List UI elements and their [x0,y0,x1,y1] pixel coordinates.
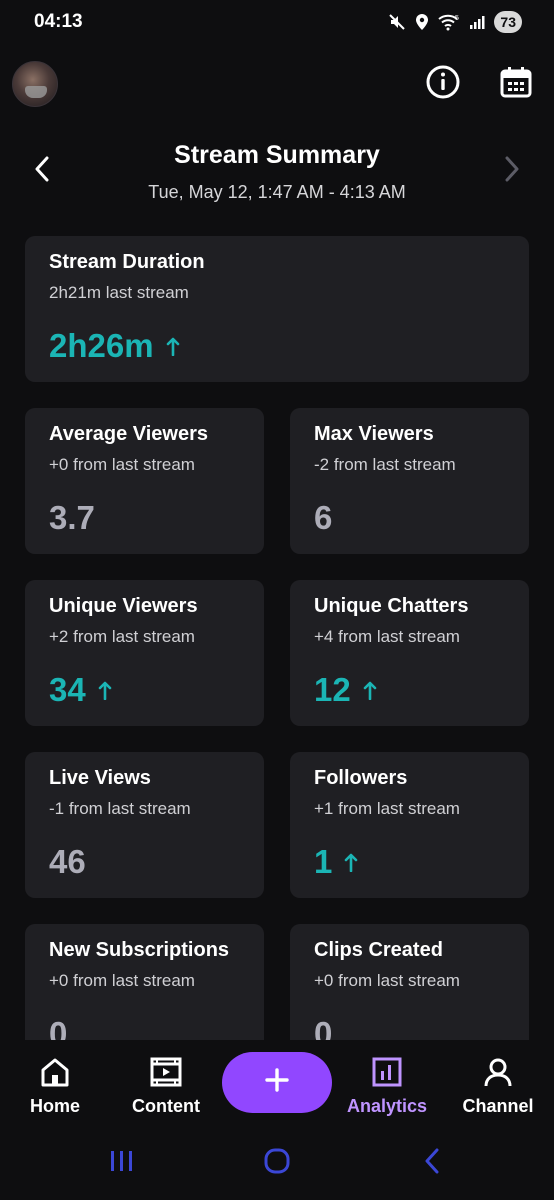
stat-card-followers: Followers +1 from last stream 1 [290,752,529,898]
card-value: 1 [314,843,358,881]
stat-card-live-views: Live Views -1 from last stream 46 [25,752,264,898]
card-value-text: 2h26m [49,327,154,364]
card-value: 46 [49,843,86,881]
card-subtitle: +2 from last stream [49,627,195,646]
card-value: 0 [49,1015,67,1040]
card-title: Live Views [49,767,151,789]
card-value-text: 6 [314,499,333,536]
battery-indicator: 73 [494,11,522,33]
card-title: Max Viewers [314,423,434,445]
system-nav-bar [0,1132,554,1200]
card-subtitle: -1 from last stream [49,799,191,818]
info-button[interactable] [423,64,463,104]
stat-card-unique-viewers: Unique Viewers +2 from last stream 34 [25,580,264,726]
nav-analytics[interactable]: Analytics [337,1054,437,1124]
card-subtitle: +0 from last stream [49,971,195,990]
card-value-text: 46 [49,843,86,880]
status-bar: 04:13 5 73 [0,0,554,44]
card-subtitle: +0 from last stream [314,971,460,990]
card-title: Average Viewers [49,423,208,445]
info-icon [425,64,461,105]
stat-card-clips-created: Clips Created +0 from last stream 0 [290,924,529,1040]
arrow-up-icon [344,852,358,872]
card-title: New Subscriptions [49,939,230,961]
calendar-icon [499,65,533,104]
recents-icon [109,1149,135,1178]
card-subtitle: +4 from last stream [314,627,460,646]
nav-label: Content [132,1096,200,1116]
calendar-button[interactable] [496,64,536,104]
nav-label: Home [29,1096,80,1116]
nav-content[interactable]: Content [116,1054,216,1124]
card-title: Stream Duration [49,251,205,273]
arrow-up-icon [166,336,180,356]
date-range: Tue, May 12, 1:47 AM - 4:13 AM [148,182,406,202]
stream-summary-screen: 04:13 5 73 Stream Summary Tue, May 12, 1… [0,0,554,1200]
card-subtitle: 2h21m last stream [49,283,189,302]
stat-card-unique-chatters: Unique Chatters +4 from last stream 12 [290,580,529,726]
next-stream-button[interactable] [496,151,528,191]
previous-stream-button[interactable] [26,151,58,191]
stat-card-max-viewers: Max Viewers -2 from last stream 6 [290,408,529,554]
card-value: 6 [314,499,332,537]
card-value-text: 3.7 [49,499,95,536]
mute-icon [388,13,406,31]
stat-card-stream-duration: Stream Duration 2h21m last stream 2h26m [25,236,529,382]
system-home-button[interactable] [257,1148,297,1178]
card-value-text: 1 [314,843,333,880]
create-button[interactable] [222,1052,332,1113]
card-value-text: 0 [49,1015,68,1040]
stat-card-average-viewers: Average Viewers +0 from last stream 3.7 [25,408,264,554]
svg-text:5: 5 [455,15,459,22]
card-subtitle: -2 from last stream [314,455,456,474]
recents-button[interactable] [102,1148,142,1178]
circle-home-icon [263,1148,291,1179]
nav-label: Analytics [346,1096,428,1116]
status-time: 04:13 [34,11,83,32]
nav-home[interactable]: Home [5,1054,105,1124]
chevron-right-icon [504,156,520,187]
avatar[interactable] [12,61,58,107]
card-value-text: 34 [49,671,86,708]
card-title: Unique Chatters [314,595,469,617]
nav-channel[interactable]: Channel [448,1054,548,1124]
card-value: 34 [49,671,112,709]
arrow-up-icon [98,680,112,700]
card-value: 2h26m [49,327,180,365]
signal-icon [469,14,485,30]
card-value: 0 [314,1015,332,1040]
card-value: 3.7 [49,499,95,537]
card-subtitle: +1 from last stream [314,799,460,818]
back-chevron-icon [423,1148,441,1179]
bottom-nav: Home Content Analytics Channel [0,1040,554,1132]
plus-icon [265,1068,289,1097]
channel-icon [448,1054,548,1090]
card-title: Unique Viewers [49,595,198,617]
content-icon [116,1054,216,1090]
card-value: 12 [314,671,377,709]
chevron-left-icon [34,156,50,187]
card-title: Followers [314,767,408,789]
location-icon [415,13,429,31]
arrow-up-icon [363,680,377,700]
stat-card-new-subscriptions: New Subscriptions +0 from last stream 0 [25,924,264,1040]
home-icon [5,1054,105,1090]
system-back-button[interactable] [412,1148,452,1178]
wifi-icon: 5 [438,13,460,31]
page-title: Stream Summary [174,141,380,169]
analytics-icon [337,1054,437,1090]
card-value-text: 12 [314,671,351,708]
nav-label: Channel [462,1096,534,1116]
status-icons: 5 73 [388,11,522,33]
stats-scroll-area[interactable]: Stream Duration 2h21m last stream 2h26m … [0,220,554,1040]
card-value-text: 0 [314,1015,333,1040]
card-title: Clips Created [314,939,443,961]
card-subtitle: +0 from last stream [49,455,195,474]
